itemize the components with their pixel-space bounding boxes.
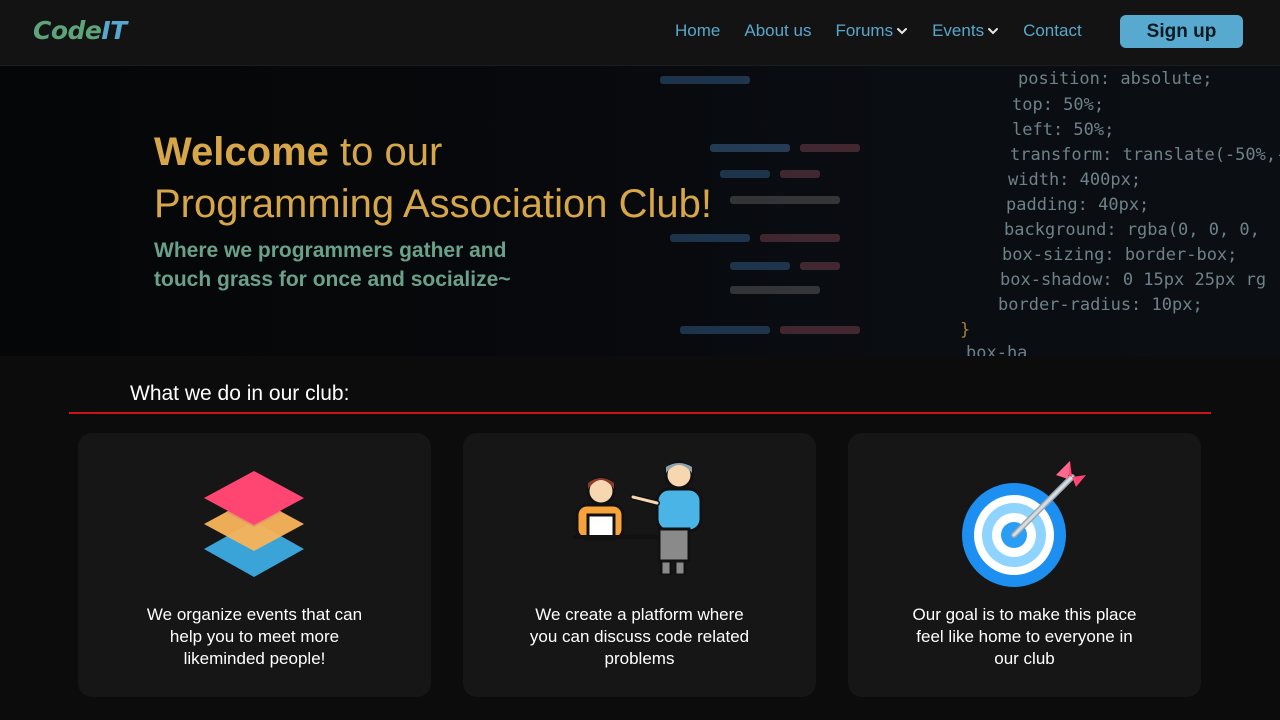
code-line-3: left: 50%; xyxy=(1012,120,1114,140)
hero-subtitle-line1: Where we programmers gather and xyxy=(154,239,507,262)
logo[interactable]: CodeIT xyxy=(33,16,127,45)
feature-card-text: We create a platform where you can discu… xyxy=(529,605,750,668)
feature-card-goal: Our goal is to make this place feel like… xyxy=(848,433,1201,697)
section-divider xyxy=(69,412,1211,414)
code-line-12: box-ha xyxy=(966,343,1027,356)
signup-button[interactable]: Sign up xyxy=(1120,15,1243,48)
code-line-2: top: 50%; xyxy=(1012,95,1104,115)
nav-home-label: Home xyxy=(675,21,721,40)
feature-card-text: Our goal is to make this place feel like… xyxy=(912,605,1137,668)
feature-card-events: We organize events that can help you to … xyxy=(78,433,431,697)
code-line-8: box-sizing: border-box; xyxy=(1002,245,1237,265)
nav-links: Home About us Forums Events Contact xyxy=(675,21,1082,41)
nav-events-label: Events xyxy=(932,21,985,40)
code-line-7: background: rgba(0, 0, 0, xyxy=(1004,220,1260,240)
hero-banner: 10 11 12 13 14 15 16 17 18 19 position: … xyxy=(0,66,1280,356)
target-icon xyxy=(962,461,1086,587)
hero-title-rest: to our xyxy=(328,130,443,174)
nav-about-label: About us xyxy=(744,21,812,40)
code-line-10: border-radius: 10px; xyxy=(998,295,1203,315)
hero-subtitle: Where we programmers gather and touch gr… xyxy=(154,236,511,294)
feature-card-text: We organize events that can help you to … xyxy=(146,605,363,668)
code-line-5: width: 400px; xyxy=(1008,170,1141,190)
chevron-down-icon xyxy=(988,28,999,35)
navbar: CodeIT Home About us Forums Events Conta… xyxy=(0,0,1280,66)
code-line-1: position: absolute; xyxy=(1018,69,1212,89)
chevron-down-icon xyxy=(897,28,908,35)
nav-forums-label: Forums xyxy=(835,21,894,40)
nav-home[interactable]: Home xyxy=(675,21,720,41)
layers-icon xyxy=(204,471,304,577)
nav-events[interactable]: Events xyxy=(932,21,999,41)
feature-card-platform: We create a platform where you can discu… xyxy=(463,433,816,697)
hero-title-line2: Programming Association Club! xyxy=(154,182,713,226)
logo-part-it: IT xyxy=(101,16,127,45)
nav-forums[interactable]: Forums xyxy=(835,21,908,41)
code-line-6: padding: 40px; xyxy=(1006,195,1149,215)
code-line-11: } xyxy=(960,320,970,340)
nav-contact-label: Contact xyxy=(1023,21,1082,40)
nav-about[interactable]: About us xyxy=(744,21,811,41)
code-line-9: box-shadow: 0 15px 25px rg xyxy=(1000,270,1266,290)
hero-code-snippet: 10 11 12 13 14 15 16 17 18 19 position: … xyxy=(960,69,1280,356)
hero-title: Welcome to our Programming Association C… xyxy=(154,126,712,230)
code-line-4: transform: translate(-50%,- xyxy=(1010,145,1280,165)
logo-part-code: Code xyxy=(33,16,102,45)
hero-subtitle-line2: touch grass for once and socialize~ xyxy=(154,268,511,291)
section-heading: What we do in our club: xyxy=(130,382,350,405)
presenter-icon xyxy=(573,460,703,575)
hero-title-strong: Welcome xyxy=(154,130,329,174)
nav-contact[interactable]: Contact xyxy=(1023,21,1082,41)
